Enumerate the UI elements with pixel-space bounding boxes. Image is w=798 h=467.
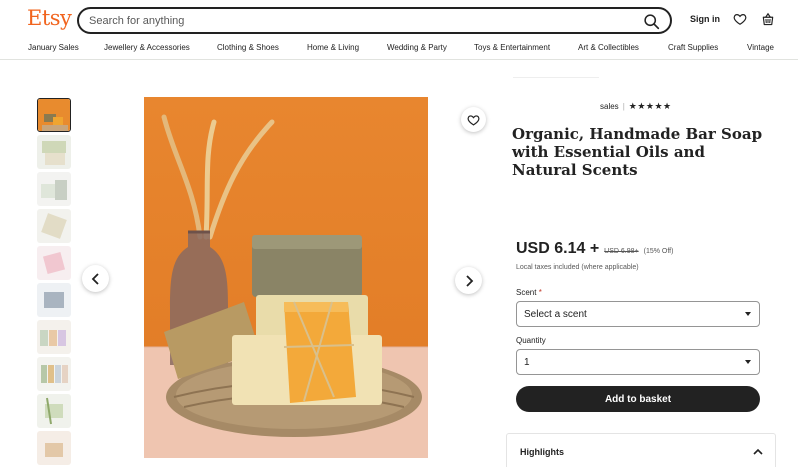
thumbnail-10[interactable] xyxy=(37,431,71,465)
discount-label: (15% Off) xyxy=(643,248,674,255)
shop-name-area[interactable] xyxy=(513,77,599,99)
thumbnail-2[interactable] xyxy=(37,135,71,169)
shop-sales-rating: sales | ★★★★★ xyxy=(600,101,672,112)
highlights-section[interactable]: Highlights xyxy=(506,433,776,467)
previous-image-button[interactable] xyxy=(82,265,109,292)
nav-item-jewellery[interactable]: Jewellery & Accessories xyxy=(104,43,190,52)
thumbnail-4[interactable] xyxy=(37,209,71,243)
nav-item-toys[interactable]: Toys & Entertainment xyxy=(474,43,550,52)
current-price: USD 6.14 + xyxy=(516,240,600,257)
thumbnail-9[interactable] xyxy=(37,394,71,428)
thumbnail-7[interactable] xyxy=(37,320,71,354)
basket-icon[interactable] xyxy=(761,11,775,27)
product-main-image[interactable] xyxy=(144,97,428,458)
thumbnail-6[interactable] xyxy=(37,283,71,317)
search-icon[interactable] xyxy=(643,13,660,30)
scent-select-value: Select a scent xyxy=(524,308,587,320)
chevron-right-icon xyxy=(465,274,473,287)
nav-item-clothing[interactable]: Clothing & Shoes xyxy=(217,43,279,52)
chevron-left-icon xyxy=(91,272,99,285)
favorites-heart-icon[interactable] xyxy=(733,12,747,26)
dropdown-caret-icon xyxy=(745,360,751,364)
sign-in-link[interactable]: Sign in xyxy=(690,14,720,24)
search-bar[interactable] xyxy=(77,7,672,34)
tax-note: Local taxes included (where applicable) xyxy=(516,264,639,271)
nav-item-home-living[interactable]: Home & Living xyxy=(307,43,359,52)
thumbnail-8[interactable] xyxy=(37,357,71,391)
site-header: Etsy Sign in January Sales Jewellery & A… xyxy=(0,0,798,60)
sales-label: sales xyxy=(600,102,619,111)
nav-item-craft[interactable]: Craft Supplies xyxy=(668,43,718,52)
quantity-select-value: 1 xyxy=(524,356,530,368)
quantity-label: Quantity xyxy=(516,336,546,345)
next-image-button[interactable] xyxy=(455,267,482,294)
product-title: Organic, Handmade Bar Soap with Essentia… xyxy=(512,125,763,179)
heart-icon xyxy=(467,114,480,126)
category-nav: January Sales Jewellery & Accessories Cl… xyxy=(0,41,798,57)
original-price: USD 6.98+ xyxy=(604,248,639,255)
thumbnail-list xyxy=(37,98,71,467)
dropdown-caret-icon xyxy=(745,312,751,316)
highlights-label: Highlights xyxy=(520,447,564,457)
add-to-basket-button[interactable]: Add to basket xyxy=(516,386,760,412)
thumbnail-1[interactable] xyxy=(37,98,71,132)
chevron-up-icon xyxy=(753,448,763,455)
rating-stars[interactable]: ★★★★★ xyxy=(629,101,672,112)
quantity-select[interactable]: 1 xyxy=(516,349,760,375)
nav-item-january-sales[interactable]: January Sales xyxy=(28,43,79,52)
nav-item-vintage[interactable]: Vintage xyxy=(747,43,774,52)
scent-select[interactable]: Select a scent xyxy=(516,301,760,327)
thumbnail-5[interactable] xyxy=(37,246,71,280)
price-row: USD 6.14 + USD 6.98+ (15% Off) xyxy=(516,240,673,258)
nav-item-art[interactable]: Art & Collectibles xyxy=(578,43,639,52)
etsy-logo[interactable]: Etsy xyxy=(27,6,72,30)
favorite-item-button[interactable] xyxy=(461,107,486,132)
thumbnail-3[interactable] xyxy=(37,172,71,206)
search-input[interactable] xyxy=(89,14,629,27)
scent-label: Scent * xyxy=(516,288,542,297)
nav-item-wedding[interactable]: Wedding & Party xyxy=(387,43,447,52)
separator: | xyxy=(622,102,625,111)
